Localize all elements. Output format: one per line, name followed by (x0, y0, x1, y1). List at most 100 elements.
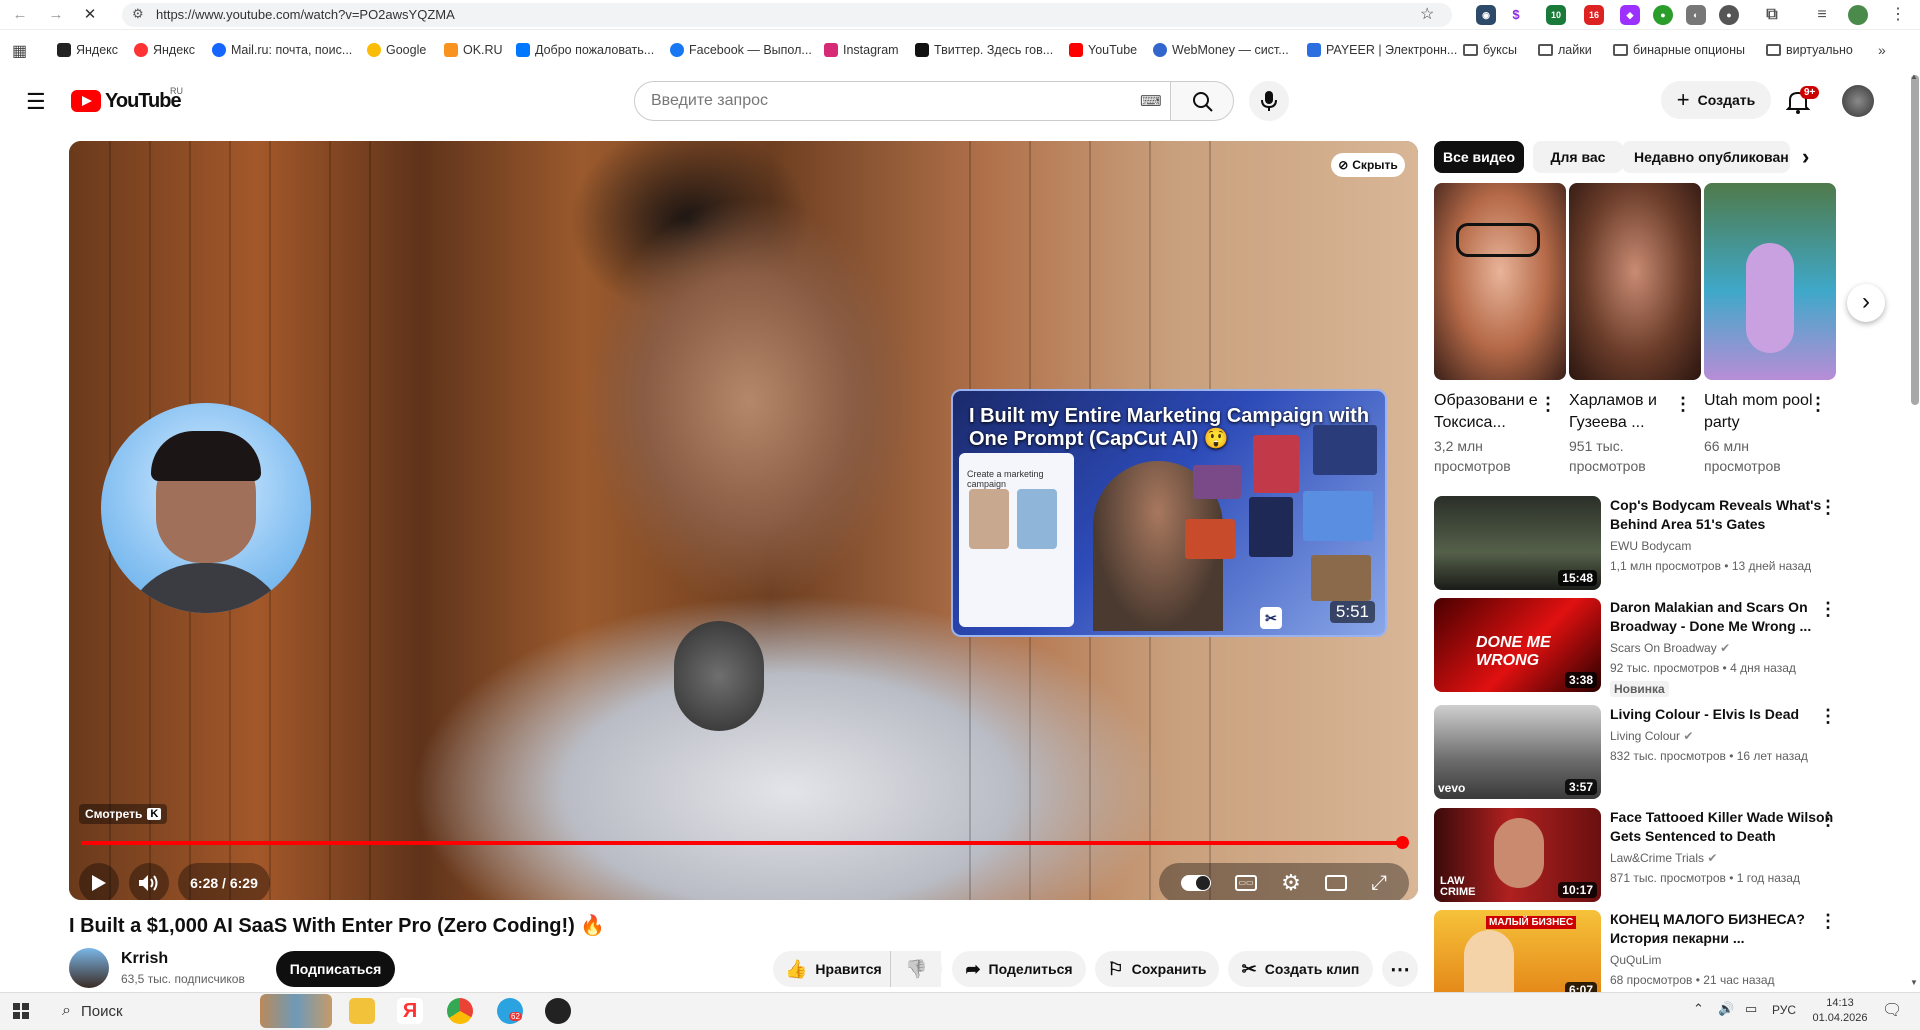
scroll-up-icon[interactable]: ▲ (1910, 72, 1918, 81)
short-thumbnail[interactable] (1434, 183, 1566, 380)
rec-thumbnail[interactable]: LAW CRIME 10:17 (1434, 808, 1601, 902)
extension-icon[interactable]: ◐ (1686, 5, 1706, 25)
scrubber-handle[interactable] (1396, 836, 1409, 849)
subscribe-button[interactable]: Подписаться (276, 951, 395, 987)
watch-later-hint[interactable]: Смотреть K (79, 804, 168, 824)
short-title[interactable]: Utah mom pool party (1704, 390, 1814, 434)
voice-search-button[interactable] (1249, 81, 1289, 121)
bookmark-star-icon[interactable]: ☆ (1420, 4, 1434, 24)
extension-badge-icon[interactable]: 16 (1584, 5, 1604, 25)
reading-list-icon[interactable]: ≡ (1812, 5, 1832, 25)
more-vert-icon[interactable]: ⋮ (1674, 395, 1692, 413)
short-thumbnail[interactable] (1704, 183, 1836, 380)
bookmark-item[interactable]: OK.RU (444, 43, 503, 57)
rec-thumbnail[interactable]: 15:48 (1434, 496, 1601, 590)
extension-icon[interactable]: ◆ (1620, 5, 1640, 25)
extension-badge-icon[interactable]: 10 (1546, 5, 1566, 25)
account-avatar[interactable] (1842, 85, 1874, 117)
address-bar[interactable]: ⚙ https://www.youtube.com/watch?v=PO2aws… (122, 3, 1452, 27)
theater-mode-icon[interactable] (1324, 875, 1347, 891)
scroll-down-icon[interactable]: ▼ (1910, 978, 1918, 987)
progress-bar[interactable] (81, 841, 1402, 845)
bookmark-item[interactable]: YouTube (1069, 43, 1137, 57)
app-icon[interactable] (545, 998, 571, 1024)
video-player[interactable]: I Built my Entire Marketing Campaign wit… (69, 141, 1418, 900)
rec-thumbnail[interactable]: DONE ME WRONG 3:38 (1434, 598, 1601, 692)
notifications-center-icon[interactable]: 🗨 (1882, 1000, 1902, 1020)
forward-icon[interactable]: → (46, 6, 66, 24)
windows-start-icon[interactable] (13, 1003, 29, 1019)
bookmark-folder[interactable]: бинарные опционы (1613, 43, 1745, 57)
channel-name[interactable]: Krrish (121, 950, 168, 968)
more-vert-icon[interactable]: ⋮ (1819, 600, 1837, 618)
hamburger-menu-icon[interactable]: ☰ (26, 89, 46, 115)
search-button[interactable] (1170, 81, 1234, 121)
rec-title[interactable]: Face Tattooed Killer Wade Wilson Gets Se… (1610, 808, 1835, 846)
rec-channel[interactable]: EWU Bodycam (1610, 539, 1691, 553)
apps-grid-icon[interactable]: ▦ (12, 41, 27, 61)
more-vert-icon[interactable]: ⋮ (1819, 707, 1837, 725)
rec-thumbnail[interactable]: vevo 3:57 (1434, 705, 1601, 799)
chrome-icon[interactable] (447, 998, 473, 1024)
rec-channel[interactable]: Living Colour ✔ (1610, 729, 1693, 743)
search-input[interactable]: Введите запрос ⌨ (634, 81, 1171, 121)
short-thumbnail[interactable] (1569, 183, 1701, 380)
bookmark-item[interactable]: Google (367, 43, 426, 57)
more-vert-icon[interactable]: ⋮ (1819, 912, 1837, 930)
bookmark-item[interactable]: Instagram (824, 43, 899, 57)
chip-for-you[interactable]: Для вас (1533, 141, 1623, 173)
browser-menu-icon[interactable]: ⋮ (1890, 4, 1906, 24)
extension-icon[interactable]: ● (1719, 5, 1739, 25)
bookmark-item[interactable]: Яндекс (57, 43, 118, 57)
url-text[interactable]: https://www.youtube.com/watch?v=PO2awsYQ… (156, 7, 455, 22)
fullscreen-icon[interactable]: ⤢ (1371, 872, 1387, 895)
rec-channel[interactable]: Law&Crime Trials ✔ (1610, 851, 1717, 865)
tray-chevron-icon[interactable]: ⌃ (1693, 1001, 1704, 1017)
share-button[interactable]: ➦ Поделиться (952, 951, 1086, 987)
network-icon[interactable]: ▭ (1745, 1001, 1757, 1017)
more-vert-icon[interactable]: ⋮ (1539, 395, 1557, 413)
create-button[interactable]: + Создать (1661, 81, 1771, 119)
rec-thumbnail[interactable]: МАЛЫЙ БИЗНЕС 6:07 (1434, 910, 1601, 992)
profile-avatar-icon[interactable] (1848, 5, 1868, 25)
extension-icon[interactable]: ◉ (1476, 5, 1496, 25)
speaker-icon[interactable]: 🔊 (1718, 1001, 1734, 1017)
channel-avatar[interactable] (69, 948, 109, 988)
dislike-button[interactable]: 👎 (890, 951, 942, 987)
site-info-icon[interactable]: ⚙ (132, 6, 144, 22)
bookmark-item[interactable]: PAYEER | Электронн... (1307, 43, 1457, 57)
save-button[interactable]: ⚐ Сохранить (1095, 951, 1219, 987)
rec-channel[interactable]: Scars On Broadway ✔ (1610, 641, 1730, 655)
rec-title[interactable]: Daron Malakian and Scars On Broadway - D… (1610, 598, 1835, 636)
bookmark-item[interactable]: Facebook — Выпол... (670, 43, 812, 57)
autoplay-toggle[interactable] (1181, 875, 1212, 891)
endscreen-video-card[interactable]: I Built my Entire Marketing Campaign wit… (951, 389, 1387, 637)
bookmark-folder[interactable]: виртуально (1766, 43, 1853, 57)
page-scrollbar[interactable] (1911, 75, 1919, 405)
chip-recently-uploaded[interactable]: Недавно опубликован (1622, 141, 1790, 173)
file-explorer-icon[interactable] (349, 998, 375, 1024)
bookmark-item[interactable]: Яндекс (134, 43, 195, 57)
extensions-puzzle-icon[interactable]: ⧉ (1762, 5, 1782, 25)
short-title[interactable]: Образовани е Токсиса... (1434, 390, 1544, 434)
bookmark-folder[interactable]: лайки (1538, 43, 1592, 57)
language-indicator[interactable]: РУС (1772, 1003, 1796, 1017)
rec-title[interactable]: Cop's Bodycam Reveals What's Behind Area… (1610, 496, 1835, 534)
extension-icon[interactable]: ● (1653, 5, 1673, 25)
extension-icon[interactable]: $ (1506, 5, 1526, 25)
hide-endscreen-button[interactable]: ⊘ Скрыть (1331, 153, 1405, 177)
stop-loading-icon[interactable]: ✕ (80, 6, 100, 24)
bookmark-item[interactable]: WebMoney — сист... (1153, 43, 1289, 57)
bookmark-item[interactable]: Добро пожаловать... (516, 43, 654, 57)
chip-all-videos[interactable]: Все видео (1434, 141, 1524, 173)
short-title[interactable]: Харламов и Гузеева ... (1569, 390, 1679, 434)
more-vert-icon[interactable]: ⋮ (1819, 810, 1837, 828)
shorts-next-button[interactable]: › (1847, 284, 1885, 322)
keyboard-icon[interactable]: ⌨ (1140, 92, 1162, 110)
more-bookmarks-icon[interactable]: » (1878, 42, 1886, 58)
channel-endscreen-avatar[interactable] (101, 403, 311, 613)
youtube-logo[interactable]: YouTube RU (71, 86, 191, 116)
rec-title[interactable]: Living Colour - Elvis Is Dead (1610, 705, 1835, 724)
bookmark-item[interactable]: Твиттер. Здесь гов... (915, 43, 1053, 57)
yandex-browser-icon[interactable]: Я (397, 998, 423, 1024)
